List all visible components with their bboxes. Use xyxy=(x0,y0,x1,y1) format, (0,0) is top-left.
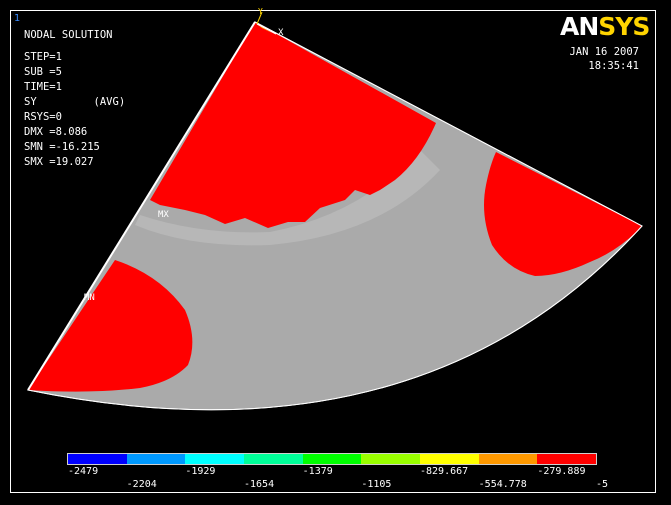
legend-top-label: -1379 xyxy=(302,466,333,477)
legend-segment-5 xyxy=(361,454,421,464)
legend-segment-6 xyxy=(420,454,479,464)
legend-top-label: -2479 xyxy=(68,466,99,477)
legend-top-label: -829.667 xyxy=(420,466,469,477)
legend-top-label: -279.889 xyxy=(537,466,586,477)
max-marker: MX xyxy=(158,210,169,220)
legend-bottom-label: -1105 xyxy=(361,479,392,490)
legend-segment-8 xyxy=(537,454,597,464)
legend-segment-1 xyxy=(126,454,186,464)
legend-segment-3 xyxy=(244,454,303,464)
legend-bottom-label: -554.778 xyxy=(478,479,527,490)
legend-bottom-label: -1654 xyxy=(244,479,275,490)
axis-x-label: X xyxy=(278,28,284,38)
legend-segment-2 xyxy=(185,454,245,464)
axis-y-label: Y xyxy=(258,7,263,16)
legend-bottom-label: -5 xyxy=(596,479,609,490)
legend-segment-0 xyxy=(68,454,127,464)
legend-segment-4 xyxy=(302,454,362,464)
contour-plot[interactable]: X Y MX MN xyxy=(0,0,671,505)
legend-color-bar xyxy=(67,453,597,465)
legend-segment-7 xyxy=(478,454,538,464)
min-marker: MN xyxy=(84,293,95,303)
legend-bottom-label: -2204 xyxy=(126,479,157,490)
legend-top-label: -1929 xyxy=(185,466,216,477)
